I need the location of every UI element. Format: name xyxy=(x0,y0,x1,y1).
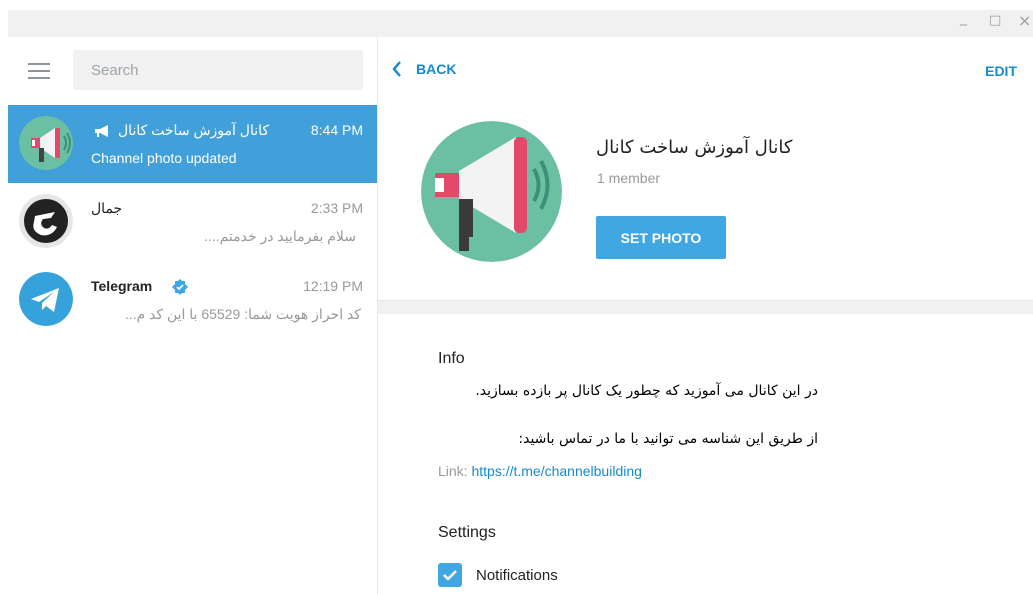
title-bar: _ □ × xyxy=(0,0,1033,37)
chat-title: جمال xyxy=(91,200,123,216)
megaphone-icon xyxy=(93,123,111,142)
member-count: 1 member xyxy=(597,170,661,186)
telegram-avatar-icon xyxy=(19,272,73,326)
channel-photo-megaphone-icon[interactable] xyxy=(421,121,562,262)
maximize-button[interactable]: □ xyxy=(989,13,1001,28)
hamburger-menu-icon[interactable] xyxy=(28,63,50,79)
megaphone-avatar-icon xyxy=(19,116,73,170)
close-button[interactable]: × xyxy=(1018,11,1031,30)
settings-heading: Settings xyxy=(438,524,496,541)
search-input[interactable]: Search xyxy=(73,50,363,90)
notifications-toggle[interactable]: Notifications xyxy=(438,563,558,587)
chevron-left-icon xyxy=(392,61,401,77)
section-divider xyxy=(378,300,1033,314)
chat-title: کانال آموزش ساخت کانال xyxy=(118,122,270,138)
minimize-button[interactable]: _ xyxy=(960,10,967,26)
back-button[interactable]: BACK xyxy=(392,61,456,77)
notifications-label: Notifications xyxy=(476,566,558,584)
back-label: BACK xyxy=(416,61,457,77)
chat-title: Telegram xyxy=(91,278,153,294)
chat-last-message: Channel photo updated xyxy=(91,150,237,166)
chat-last-message: سلام بفرمایید در خدمتم.... xyxy=(204,228,356,244)
verified-badge-icon xyxy=(172,279,188,299)
link-label: Link: xyxy=(438,463,468,479)
chat-name: کانال آموزش ساخت کانال xyxy=(118,122,269,139)
checkbox-checked-icon[interactable] xyxy=(438,563,462,587)
letter-j-avatar-icon xyxy=(19,194,73,248)
chat-item-jamal[interactable]: جمال 2:33 PM سلام بفرمایید در خدمتم.... xyxy=(8,183,377,261)
title-bar-strip xyxy=(8,10,1033,37)
channel-title: کانال آموزش ساخت کانال xyxy=(596,137,793,158)
chat-time: 8:44 PM xyxy=(310,122,363,138)
channel-info-panel: BACK EDIT کانال آموزش ساخت کانال 1 membe… xyxy=(378,37,1033,594)
channel-link-row: Link: https://t.me/channelbuilding xyxy=(438,463,642,479)
chat-time: 2:33 PM xyxy=(310,200,363,216)
channel-link[interactable]: https://t.me/channelbuilding xyxy=(471,463,641,479)
search-placeholder: Search xyxy=(91,62,139,79)
chat-list-panel: Search کانال آموزش ساخت کانال 8:44 PM Ch… xyxy=(8,37,378,594)
chat-item-channel[interactable]: کانال آموزش ساخت کانال 8:44 PM Channel p… xyxy=(8,105,377,183)
edit-button[interactable]: EDIT xyxy=(985,63,1017,79)
chat-item-telegram[interactable]: Telegram 12:19 PM کد احراز هویت شما: 655… xyxy=(8,261,377,339)
info-contact-line: از طریق این شناسه می توانید با ما در تما… xyxy=(518,431,818,447)
set-photo-button[interactable]: SET PHOTO xyxy=(596,216,726,259)
info-description: در این کانال می آموزید که چطور یک کانال … xyxy=(475,383,818,399)
info-heading: Info xyxy=(438,350,465,367)
chat-last-message: کد احراز هویت شما: 65529 با این کد م... xyxy=(124,306,361,322)
chat-time: 12:19 PM xyxy=(303,278,363,294)
